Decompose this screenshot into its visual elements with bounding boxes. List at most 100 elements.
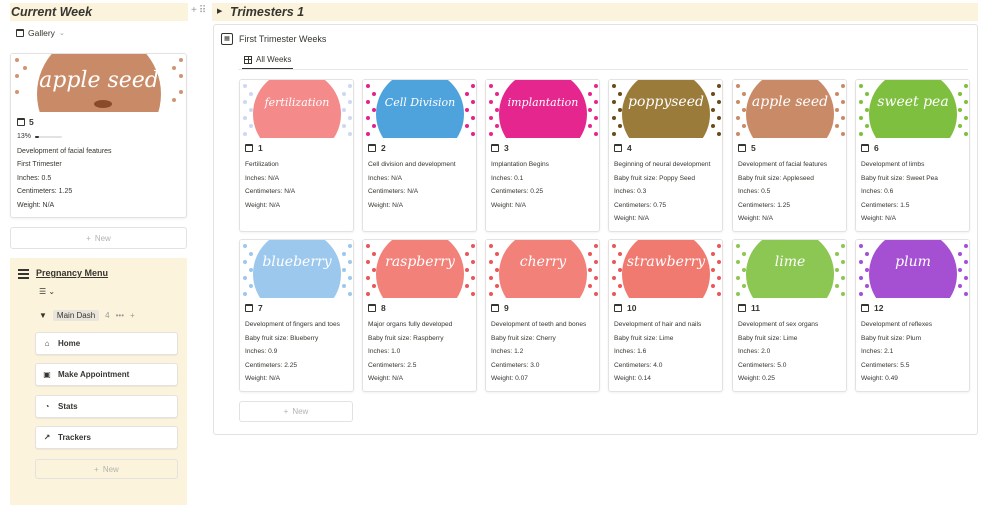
- menu-new-button[interactable]: + New: [35, 459, 178, 479]
- week-number-text: 6: [874, 143, 879, 153]
- trackers-button[interactable]: ↗ Trackers: [35, 426, 178, 449]
- database-title[interactable]: ▦ First Trimester Weeks: [221, 33, 326, 45]
- week-number-text: 3: [504, 143, 509, 153]
- all-weeks-tab[interactable]: All Weeks: [244, 55, 291, 64]
- current-week-new-button[interactable]: + New: [10, 227, 187, 249]
- home-button[interactable]: ⌂ Home: [35, 332, 178, 355]
- week-number: 2: [368, 143, 386, 153]
- current-week-trimester: First Trimester: [17, 161, 62, 168]
- week-number: 7: [245, 303, 263, 313]
- week-cover-image: Cell Division: [363, 80, 476, 138]
- week-number-text: 11: [751, 303, 760, 313]
- week-centimeters: Centimeters: 2.5: [368, 361, 417, 369]
- week-description: Development of limbs: [861, 161, 925, 168]
- week-inches: Inches: 1.6: [614, 348, 647, 356]
- current-week-inches: Inches: 0.5: [17, 175, 52, 182]
- new-label: New: [94, 233, 111, 243]
- week-weight: Weight: 0.49: [861, 375, 898, 383]
- week-cover-image: plum: [856, 240, 969, 298]
- week-card[interactable]: implantation 3 Implantation Begins Inches: …: [485, 79, 600, 232]
- week-fruit-size: Baby fruit size: Lime: [738, 334, 798, 342]
- week-number: 5: [738, 143, 756, 153]
- calendar-icon: [738, 144, 746, 152]
- week-cover-text: strawberry: [627, 254, 706, 270]
- week-fruit-size: Baby fruit size: Appleseed: [738, 174, 814, 182]
- plus-icon: +: [94, 464, 99, 474]
- week-number: 11: [738, 303, 760, 313]
- week-number-text: 4: [627, 143, 632, 153]
- week-cover-text: fertilization: [264, 96, 330, 109]
- week-cover-text: plum: [895, 254, 931, 270]
- week-weight: Weight: N/A: [245, 375, 281, 383]
- week-card[interactable]: strawberry 10 Development of hair and nail…: [608, 239, 723, 392]
- gallery-view-tab[interactable]: Gallery ⌄: [16, 28, 65, 38]
- current-week-weight: Weight: N/A: [17, 202, 55, 209]
- week-fruit-size: Baby fruit size: Poppy Seed: [614, 174, 696, 182]
- week-fruit-size: Baby fruit size: Raspberry: [368, 334, 444, 342]
- week-number-text: 8: [381, 303, 386, 313]
- week-card[interactable]: sweet pea 6 Development of limbs Baby fruit…: [855, 79, 970, 232]
- week-weight: Weight: N/A: [738, 215, 774, 223]
- week-card[interactable]: plum 12 Development of reflexes Baby fruit …: [855, 239, 970, 392]
- all-weeks-label: All Weeks: [256, 55, 292, 64]
- week-number: 12: [861, 303, 883, 313]
- new-label: New: [102, 464, 119, 474]
- week-cover-text: blueberry: [262, 254, 332, 270]
- pregnancy-menu-title[interactable]: Pregnancy Menu: [36, 268, 108, 278]
- week-number: 1: [245, 143, 263, 153]
- week-cover-text: sweet pea: [877, 94, 948, 110]
- week-fruit-size: Baby fruit size: Cherry: [491, 334, 556, 342]
- group-toggle-icon[interactable]: ▼: [39, 311, 47, 320]
- make-appointment-button[interactable]: ▣ Make Appointment: [35, 363, 178, 386]
- left-column: Current Week Gallery ⌄ apple seed 5 13% …: [0, 0, 196, 505]
- week-card[interactable]: blueberry 7 Development of fingers and toe…: [239, 239, 354, 392]
- plus-icon: +: [86, 233, 91, 243]
- week-card[interactable]: raspberry 8 Major organs fully developed Ba…: [362, 239, 477, 392]
- stats-label: Stats: [58, 402, 78, 411]
- week-cover-text: Cell Division: [385, 96, 455, 109]
- week-card[interactable]: lime 11 Development of sex organs Baby frui…: [732, 239, 847, 392]
- trimesters-title[interactable]: Trimesters 1: [230, 5, 304, 19]
- calendar-icon: ▦: [221, 33, 233, 45]
- current-week-cover-image: apple seed: [11, 54, 186, 112]
- week-description: Implantation Begins: [491, 161, 549, 168]
- calendar-icon: [17, 118, 25, 126]
- make-appointment-label: Make Appointment: [58, 370, 130, 379]
- toggle-arrow-icon[interactable]: ▶: [217, 7, 222, 15]
- current-week-card[interactable]: apple seed 5 13% Development of facial f…: [10, 53, 187, 218]
- calendar-icon: [861, 304, 869, 312]
- week-cover-image: cherry: [486, 240, 599, 298]
- week-card[interactable]: poppyseed 4 Beginning of neural developmen…: [608, 79, 723, 232]
- week-number: 9: [491, 303, 509, 313]
- week-number-text: 7: [258, 303, 263, 313]
- list-view-icon[interactable]: ☰ ⌄: [39, 287, 55, 296]
- week-number-text: 9: [504, 303, 509, 313]
- home-icon: ⌂: [44, 339, 50, 348]
- gallery-new-button[interactable]: + New: [239, 401, 353, 422]
- week-weight: Weight: N/A: [368, 201, 404, 209]
- week-card[interactable]: apple seed 5 Development of facial feature…: [732, 79, 847, 232]
- week-card[interactable]: Cell Division 2 Cell division and developm…: [362, 79, 477, 232]
- week-inches: Inches: N/A: [245, 174, 280, 182]
- calendar-icon: [614, 304, 622, 312]
- week-cover-image: strawberry: [609, 240, 722, 298]
- week-description: Development of fingers and toes: [245, 321, 340, 328]
- menu-icon: [18, 269, 29, 281]
- stats-button[interactable]: ◔ Stats: [35, 395, 178, 418]
- block-controls[interactable]: +⠿: [191, 5, 208, 16]
- week-description: Major organs fully developed: [368, 321, 453, 328]
- week-weight: Weight: 0.14: [614, 375, 651, 383]
- week-card[interactable]: cherry 9 Development of teeth and bones Bab…: [485, 239, 600, 392]
- week-number: 4: [614, 143, 632, 153]
- week-card[interactable]: fertilization 1 Fertilization Inches: N/A Ce…: [239, 79, 354, 232]
- briefcase-icon: ▣: [43, 370, 51, 379]
- add-icon[interactable]: +: [130, 311, 135, 320]
- current-week-cover-text: apple seed: [39, 68, 159, 93]
- database-title-text: First Trimester Weeks: [239, 34, 327, 44]
- main-dash-group[interactable]: ▼ Main Dash 4 ••• +: [39, 310, 135, 321]
- week-centimeters: Centimeters: 3.0: [491, 361, 540, 369]
- week-weight: Weight: N/A: [861, 215, 897, 223]
- week-centimeters: Centimeters: 5.5: [861, 361, 910, 369]
- current-week-description: Development of facial features: [17, 148, 112, 155]
- more-icon[interactable]: •••: [116, 311, 124, 320]
